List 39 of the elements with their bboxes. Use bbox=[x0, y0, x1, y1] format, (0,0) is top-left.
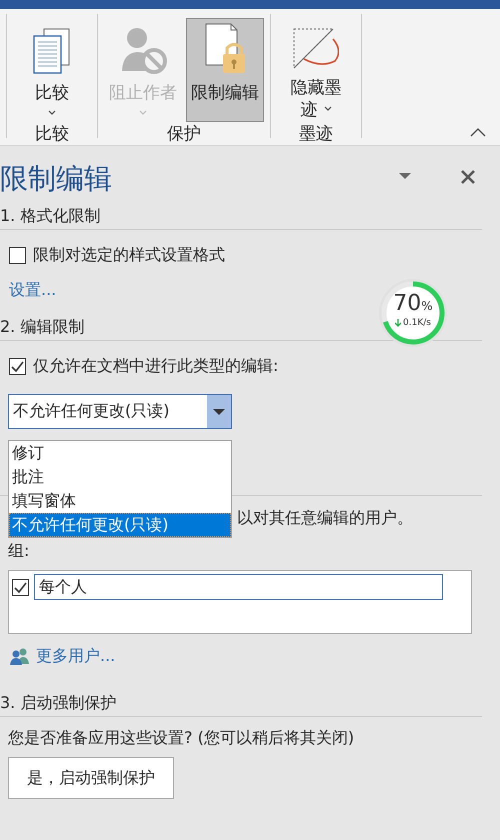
user-blocked-icon bbox=[120, 27, 166, 74]
documents-icon bbox=[33, 28, 71, 74]
group-label: 墨迹 bbox=[299, 123, 333, 146]
checkbox[interactable] bbox=[12, 578, 29, 596]
dropdown-option[interactable]: 批注 bbox=[9, 465, 231, 489]
group-label: 比较 bbox=[35, 123, 69, 146]
section-heading: 3. 启动强制保护 bbox=[0, 693, 482, 717]
more-users-link[interactable]: 更多用户... bbox=[36, 646, 116, 667]
checkbox-label: 仅允许在文档中进行此类型的编辑: bbox=[33, 356, 278, 377]
edit-type-dropdown[interactable]: 不允许任何更改(只读) bbox=[8, 394, 232, 429]
dropdown-arrow-icon bbox=[213, 408, 225, 414]
checkbox[interactable] bbox=[9, 247, 26, 264]
settings-link[interactable]: 设置... bbox=[0, 280, 56, 301]
people-icon bbox=[10, 648, 30, 665]
document-lock-icon bbox=[204, 23, 246, 74]
section-heading: 1. 格式化限制 bbox=[0, 206, 482, 230]
gauge-unit: % bbox=[421, 299, 433, 313]
dropdown-option[interactable]: 修订 bbox=[9, 441, 231, 465]
start-protection-button[interactable]: 是，启动强制保护 bbox=[8, 757, 174, 799]
user-name[interactable]: 每个人 bbox=[34, 574, 443, 600]
ribbon-button[interactable]: 比较 bbox=[13, 18, 91, 122]
checkbox[interactable] bbox=[9, 358, 26, 375]
dropdown-option[interactable]: 填写窗体 bbox=[9, 489, 231, 513]
gauge-reading: 70 bbox=[393, 291, 422, 316]
pane-options-icon[interactable] bbox=[399, 173, 411, 179]
down-arrow-icon bbox=[395, 319, 402, 327]
ribbon-button[interactable]: 隐藏墨迹 bbox=[277, 18, 355, 122]
pane-title: 限制编辑 bbox=[0, 161, 112, 197]
group-label: 保护 bbox=[167, 123, 201, 146]
collapse-ribbon-icon[interactable] bbox=[470, 128, 486, 137]
exceptions-text: 以对其任意编辑的用户。 bbox=[237, 508, 413, 527]
ribbon-button[interactable]: 限制编辑 bbox=[186, 18, 264, 122]
ink-shape-icon bbox=[293, 28, 339, 69]
dropdown-option[interactable]: 不允许任何更改(只读) bbox=[9, 513, 231, 537]
download-rate: 0.1K/s bbox=[403, 318, 431, 328]
close-icon[interactable] bbox=[461, 170, 475, 184]
groups-label: 组: bbox=[8, 541, 30, 560]
checkbox-label: 限制对选定的样式设置格式 bbox=[33, 245, 225, 266]
question-text: 您是否准备应用这些设置? (您可以稍后将其关闭) bbox=[8, 728, 354, 747]
